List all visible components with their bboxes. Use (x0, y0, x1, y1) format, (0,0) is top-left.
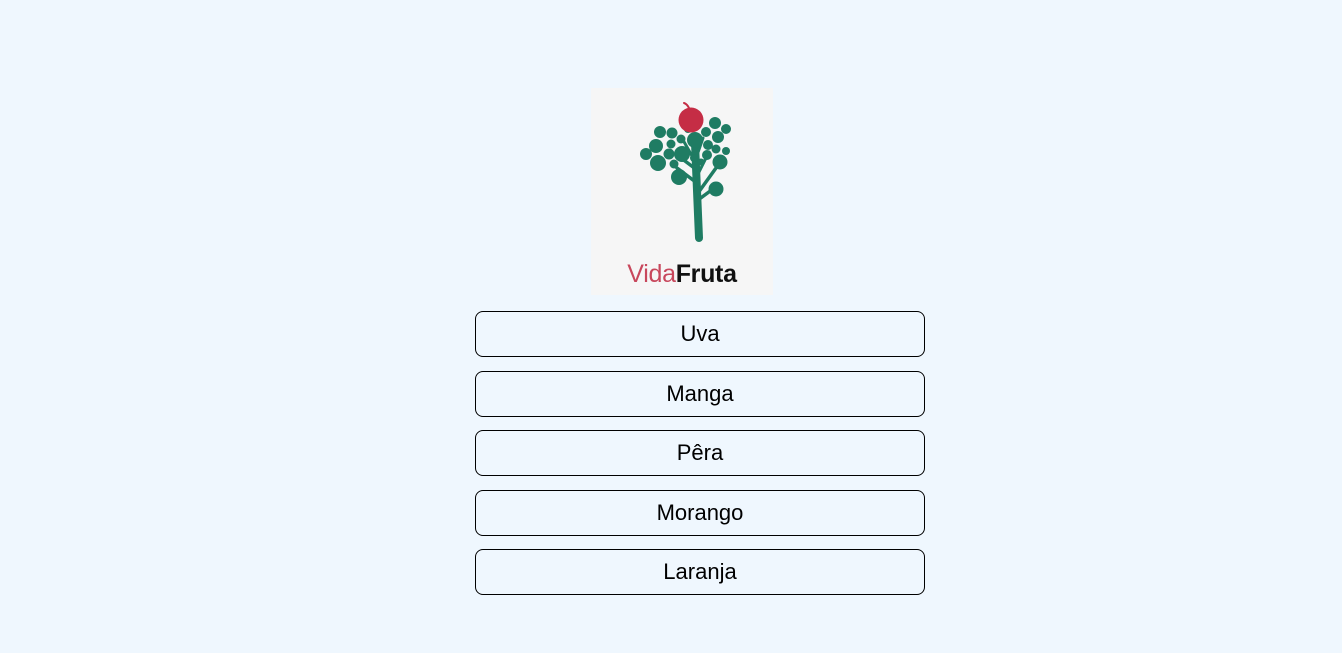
list-item: Morango (475, 489, 925, 536)
fruit-button-laranja[interactable]: Laranja (475, 549, 925, 595)
list-item: Pêra (475, 430, 925, 476)
fruit-button-uva[interactable]: Uva (475, 311, 925, 357)
page: VidaFruta Uva Manga Pêra Morango Laranja (0, 0, 1342, 653)
fruit-button-manga[interactable]: Manga (475, 370, 925, 417)
list-item: Laranja (475, 549, 925, 595)
list-item: Manga (475, 370, 925, 417)
fruit-list: Uva Manga Pêra Morango Laranja (475, 311, 925, 609)
list-item: Uva (475, 311, 925, 357)
fruit-button-morango[interactable]: Morango (475, 489, 925, 536)
fruit-button-pera[interactable]: Pêra (475, 430, 925, 476)
brand-logo: VidaFruta (591, 88, 773, 295)
apple-tree-icon (640, 102, 731, 242)
brand-name-vida: Vida (627, 260, 676, 288)
brand-name: VidaFruta (591, 259, 773, 289)
brand-name-fruta: Fruta (675, 260, 737, 288)
